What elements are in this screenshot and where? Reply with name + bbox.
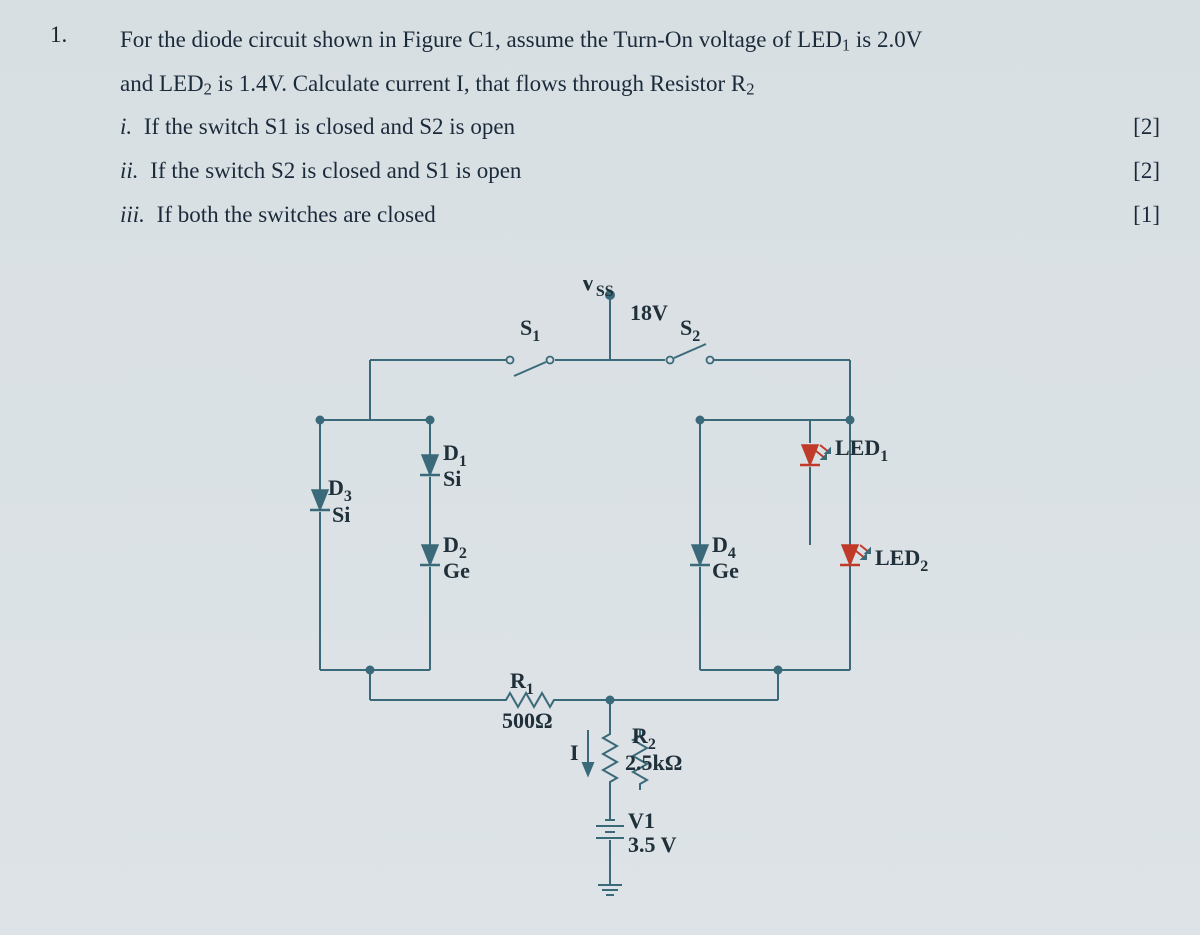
question-line-2: and LED2 is 1.4V. Calculate current I, t…	[120, 62, 1160, 106]
part-iii-text: If both the switches are closed	[157, 202, 436, 227]
part-i-text: If the switch S1 is closed and S2 is ope…	[144, 114, 515, 139]
r1-value: 500Ω	[502, 708, 553, 733]
part-i: i. If the switch S1 is closed and S2 is …	[120, 105, 1160, 149]
d1-type: Si	[443, 466, 461, 491]
led2-icon	[840, 545, 870, 565]
part-ii-marks: [2]	[1133, 149, 1160, 193]
led2-label: LED2	[875, 545, 928, 575]
v1-value: 3.5 V	[628, 832, 677, 857]
vss-label: VSS	[580, 280, 614, 300]
q-l1-b: is 2.0V	[850, 27, 922, 52]
question-line-1: For the diode circuit shown in Figure C1…	[120, 18, 1160, 62]
part-i-idx: i.	[120, 114, 132, 139]
s2-label: S2	[680, 315, 700, 345]
q-l2-b: is 1.4V. Calculate current I, that flows…	[212, 71, 746, 96]
s1-label: S1	[520, 315, 540, 345]
r2-label: R2	[632, 723, 656, 753]
r2-value: 2.5kΩ	[625, 750, 682, 775]
q-l2-a: and LED	[120, 71, 204, 96]
q-l2-sub2: 2	[746, 79, 754, 98]
q-l1-a: For the diode circuit shown in Figure C1…	[120, 27, 842, 52]
part-iii-marks: [1]	[1133, 193, 1160, 237]
part-iii: iii. If both the switches are closed [1]	[120, 193, 1160, 237]
d3-type: Si	[332, 502, 350, 527]
circuit-diagram: VSS 18V S1 S2 D1 Si D2 Ge D3 Si D4 Ge LE…	[280, 280, 940, 920]
i-label: I	[570, 740, 579, 765]
q-l1-sub: 1	[842, 35, 850, 54]
d3-label: D3	[328, 475, 352, 505]
part-ii: ii. If the switch S2 is closed and S1 is…	[120, 149, 1160, 193]
q-l2-sub: 2	[204, 79, 212, 98]
led1-icon	[800, 445, 830, 465]
led1-label: LED1	[835, 435, 888, 465]
question-number: 1.	[50, 22, 67, 48]
part-ii-idx: ii.	[120, 158, 139, 183]
d4-type: Ge	[712, 558, 739, 583]
part-ii-text: If the switch S2 is closed and S1 is ope…	[150, 158, 521, 183]
d2-type: Ge	[443, 558, 470, 583]
part-iii-idx: iii.	[120, 202, 145, 227]
v1-label: V1	[628, 808, 655, 833]
r1-label: R1	[510, 668, 534, 698]
vss-value: 18V	[630, 300, 668, 325]
part-i-marks: [2]	[1133, 105, 1160, 149]
